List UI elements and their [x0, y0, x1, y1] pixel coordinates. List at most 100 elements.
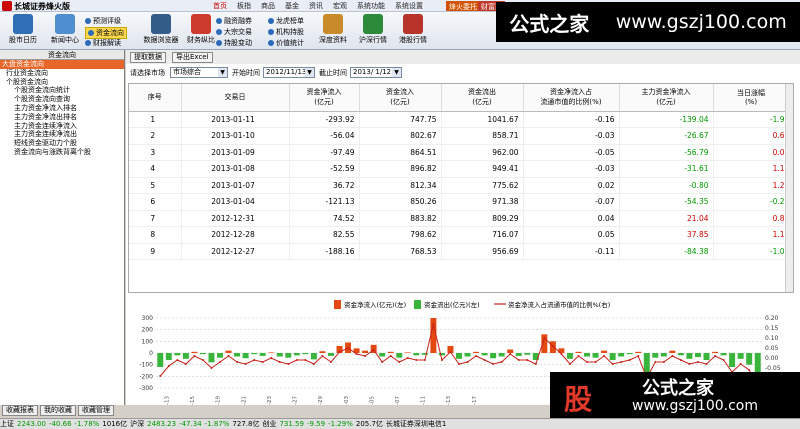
- chart-bar: [242, 353, 249, 359]
- ratio-point: [244, 363, 247, 365]
- table-row[interactable]: 3 2013-01-09 -97.49 864.51 962.00 -0.05 -56.79…: [129, 144, 790, 161]
- extract-data-button[interactable]: 提取数据: [130, 52, 166, 63]
- menu-item[interactable]: 基金: [280, 0, 304, 12]
- table-row[interactable]: 9 2012-12-27 -188.16 768.53 956.69 -0.11 -84.3…: [129, 243, 790, 260]
- column-header[interactable]: 主力资金净流入 (亿元): [619, 84, 714, 112]
- start-date-field[interactable]: 2012/11/13 ▼: [263, 67, 315, 78]
- value-stats-button[interactable]: 价值统计: [268, 38, 304, 48]
- column-header[interactable]: 序号: [129, 84, 182, 112]
- table-cell: 864.51: [359, 144, 442, 161]
- tab-my-favorite[interactable]: 我的收藏: [40, 405, 76, 416]
- table-cell: -0.80: [619, 177, 714, 194]
- table-cell: 2012-12-28: [181, 226, 290, 244]
- table-cell: 5: [129, 177, 182, 194]
- nav-tree-item[interactable]: 主力资金连续净流入: [0, 122, 124, 131]
- hot-menu-trade[interactable]: 烽火委托: [446, 1, 480, 11]
- x-tick-label: 2012-12-13: [446, 396, 452, 405]
- y-left-tick-label: -200: [139, 373, 153, 380]
- margin-button[interactable]: 融资融券: [216, 16, 252, 26]
- nav-tree-item[interactable]: 个股资金流向查询: [0, 95, 124, 104]
- ratio-point: [483, 359, 486, 361]
- end-date-field[interactable]: 2013/ 1/12 ▼: [350, 67, 402, 78]
- menu-item[interactable]: 系统功能: [352, 0, 390, 12]
- dragon-list-button[interactable]: 龙虎榜单: [268, 16, 304, 26]
- column-header[interactable]: 当日涨幅 (%): [713, 84, 790, 112]
- legend-label: 资金净流入(亿元)(左): [344, 300, 406, 309]
- chart-bar: [712, 351, 719, 353]
- calendar-button[interactable]: 股市日历: [2, 14, 44, 45]
- y-left-tick-label: 300: [142, 315, 154, 322]
- app-logo-icon: [2, 1, 12, 11]
- table-row[interactable]: 7 2012-12-31 74.52 883.82 809.29 0.04 21.04 0.8: [129, 210, 790, 227]
- column-header[interactable]: 交易日: [181, 84, 290, 112]
- tab-favorite-manage[interactable]: 收藏管理: [78, 405, 114, 416]
- menu-item[interactable]: 系统设置: [390, 0, 428, 12]
- hs-quote-button[interactable]: 沪深行情: [352, 14, 394, 45]
- ratio-point: [620, 361, 623, 363]
- chart-bar: [566, 353, 573, 359]
- menu-item[interactable]: 首页: [208, 0, 232, 12]
- block-trade-button[interactable]: 大宗交易: [216, 27, 252, 37]
- table-cell: 37.85: [619, 226, 714, 244]
- column-header[interactable]: 资金净流入 (亿元): [289, 84, 360, 112]
- holding-change-button[interactable]: 持股变动: [216, 38, 252, 48]
- table-cell: 802.67: [359, 127, 442, 145]
- nav-tree-item[interactable]: 主力资金净流入排名: [0, 104, 124, 113]
- column-header[interactable]: 资金净流入占 流通市值的比例(%): [523, 84, 620, 112]
- table-row[interactable]: 1 2013-01-11 -293.92 747.75 1041.67 -0.16 -139…: [129, 111, 790, 128]
- chart-bar: [327, 353, 334, 356]
- table-cell: 7: [129, 210, 182, 227]
- menu-item[interactable]: 商品: [256, 0, 280, 12]
- tab-favorite-report[interactable]: 收藏报表: [2, 405, 38, 416]
- institution-holding-button[interactable]: 机构持股: [268, 27, 304, 37]
- table-row[interactable]: 2 2013-01-10 -56.04 802.67 858.71 -0.03 -26.67…: [129, 127, 790, 145]
- table-cell: 858.71: [441, 127, 524, 145]
- nav-tree-item[interactable]: 行业资金流向: [0, 69, 124, 78]
- table-row[interactable]: 8 2012-12-28 82.55 798.62 716.07 0.05 37.85 1.1: [129, 226, 790, 244]
- ratio-point: [654, 361, 657, 363]
- menu-item[interactable]: 板指: [232, 0, 256, 12]
- report-button[interactable]: 财报解读: [85, 38, 121, 48]
- chart-bar: [208, 353, 215, 363]
- table-cell: 0.8: [713, 210, 790, 227]
- table-cell: -54.35: [619, 193, 714, 211]
- table-row[interactable]: 6 2013-01-04 -121.13 850.26 971.38 -0.07 -54.3…: [129, 193, 790, 211]
- menu-item[interactable]: 宏观: [328, 0, 352, 12]
- nav-tree-item[interactable]: 资金流向与涨跌背离个股: [0, 148, 124, 157]
- table-cell: -293.92: [289, 111, 360, 128]
- chart-bar: [362, 350, 369, 353]
- y-right-tick-label: 0.00: [765, 355, 779, 362]
- ratio-point: [312, 363, 315, 365]
- data-browser-button[interactable]: 数据浏览器: [140, 14, 182, 45]
- table-cell: -1.0: [713, 243, 790, 260]
- chart-bar: [575, 351, 582, 353]
- table-scrollbar[interactable]: [785, 84, 793, 292]
- nav-tree-item[interactable]: 短线资金驱动力个股: [0, 139, 124, 148]
- chart-bar: [225, 350, 232, 353]
- news-button[interactable]: 新闻中心: [44, 14, 86, 45]
- market-select[interactable]: 市场综合 ▼: [170, 67, 228, 78]
- nav-tree-item[interactable]: 主力资金净流出排名: [0, 113, 124, 122]
- chart-bar: [199, 353, 206, 355]
- table-cell: 82.55: [289, 226, 360, 244]
- nav-tree-item[interactable]: 大盘资金流向: [0, 60, 124, 69]
- status-item: 创业: [262, 420, 277, 428]
- export-excel-button[interactable]: 导出Excel: [172, 52, 213, 63]
- column-header[interactable]: 资金流入 (亿元): [359, 84, 442, 112]
- deep-data-button[interactable]: 深度资料: [312, 14, 354, 45]
- column-header[interactable]: 资金流出 (亿元): [441, 84, 524, 112]
- nav-tree-item[interactable]: 个股资金流向统计: [0, 86, 124, 95]
- table-row[interactable]: 4 2013-01-08 -52.59 896.82 949.41 -0.03 -31.61…: [129, 160, 790, 178]
- table-row[interactable]: 5 2013-01-07 36.72 812.34 775.62 0.02 -0.80 1.2: [129, 177, 790, 194]
- legend-swatch: [334, 300, 341, 309]
- menu-item[interactable]: 资讯: [304, 0, 328, 12]
- chart-bar: [524, 353, 531, 355]
- start-time-label: 开始时间: [232, 69, 260, 77]
- chart-bar: [473, 351, 480, 353]
- rating-button[interactable]: 预测评级: [85, 16, 121, 26]
- hk-quote-button[interactable]: 港股行情: [392, 14, 434, 45]
- nav-tree-item[interactable]: 主力资金连续净流出: [0, 130, 124, 139]
- ratio-point: [338, 351, 341, 353]
- nav-tree-item[interactable]: 个股资金流向: [0, 78, 124, 87]
- financial-compare-icon: [191, 14, 211, 34]
